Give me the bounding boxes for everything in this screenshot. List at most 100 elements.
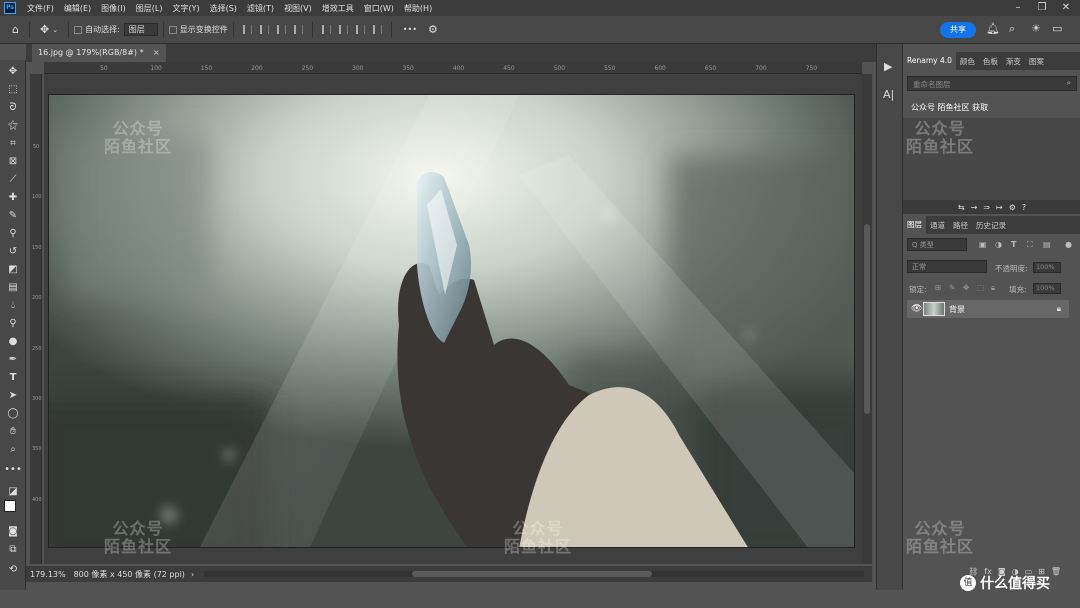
more-options-button[interactable]: ••• xyxy=(403,25,417,34)
auto-select-dropdown[interactable]: 图层 xyxy=(123,23,158,36)
menu-edit[interactable]: 编辑(E) xyxy=(59,3,96,14)
dodge-burn-tool-icon[interactable]: ● xyxy=(4,334,22,350)
gear-icon[interactable]: ⚙ xyxy=(1009,203,1016,212)
align-top-icon[interactable] xyxy=(321,25,331,34)
search-icon[interactable]: ⌕ xyxy=(1067,78,1071,88)
pen-tool-icon[interactable]: ✒ xyxy=(4,352,22,368)
brush-tool-icon[interactable]: ✎ xyxy=(4,208,22,224)
quick-mask-icon[interactable]: ◙ xyxy=(4,524,22,540)
share-button[interactable]: 共享 xyxy=(940,22,976,38)
smart-object-filter-icon[interactable]: ▤ xyxy=(1043,240,1051,249)
align-center-h-icon[interactable] xyxy=(259,25,269,34)
lock-paint-icon[interactable]: ✎ xyxy=(949,283,955,292)
ellipse-tool-icon[interactable]: ◯ xyxy=(4,406,22,422)
bell-icon[interactable]: 🔔︎ xyxy=(986,22,1000,35)
crop-tool-icon[interactable]: ⌗ xyxy=(4,136,22,152)
eraser-tool-icon[interactable]: ◩ xyxy=(4,262,22,278)
arrow-right-icon[interactable]: → xyxy=(971,203,978,212)
dodge-tool-icon[interactable]: ⚲ xyxy=(4,316,22,332)
marquee-tool-icon[interactable]: ⬚ xyxy=(4,82,22,98)
tab-swatches[interactable]: 色板 xyxy=(979,56,1002,67)
default-colors-icon[interactable]: ◪ xyxy=(4,484,22,500)
adjust-icon[interactable]: ⇆ xyxy=(958,203,965,212)
auto-select-checkbox[interactable] xyxy=(74,25,83,34)
vertical-scrollbar[interactable] xyxy=(862,74,872,564)
healing-brush-tool-icon[interactable]: ✚ xyxy=(4,190,22,206)
filter-toggle-icon[interactable]: ● xyxy=(1065,240,1072,249)
menu-help[interactable]: 帮助(H) xyxy=(399,3,437,14)
tab-paths[interactable]: 路径 xyxy=(949,220,972,231)
move-tool-icon[interactable]: ✥ xyxy=(40,23,49,36)
export-icon[interactable]: ↦ xyxy=(996,203,1003,212)
layer-name[interactable]: 背景 xyxy=(949,304,965,315)
renamy-list-item[interactable]: 公众号 陌鱼社区 获取 xyxy=(907,101,1077,115)
distribute-v-icon[interactable] xyxy=(372,25,382,34)
align-bottom-icon[interactable] xyxy=(355,25,365,34)
close-window-icon[interactable]: ✕ xyxy=(1054,0,1078,16)
opacity-field[interactable]: 100% xyxy=(1033,262,1061,273)
align-left-icon[interactable] xyxy=(242,25,252,34)
screen-mode-icon[interactable]: ⧉ xyxy=(4,542,22,558)
lock-all-icon[interactable]: 🔒︎ xyxy=(991,283,995,293)
rename-layer-input[interactable]: 重命名图层 ⌕ xyxy=(907,76,1077,91)
horizontal-scrollbar[interactable] xyxy=(204,571,864,577)
home-icon[interactable]: ⌂ xyxy=(12,23,19,36)
type-filter-icon[interactable]: T xyxy=(1011,240,1016,249)
menu-image[interactable]: 图像(I) xyxy=(96,3,131,14)
path-selection-tool-icon[interactable]: ➤ xyxy=(4,388,22,404)
menu-layer[interactable]: 图层(L) xyxy=(131,3,168,14)
help-icon[interactable]: ? xyxy=(1022,203,1026,212)
play-icon[interactable]: ▶ xyxy=(884,60,892,73)
magic-wand-tool-icon[interactable]: ⚝ xyxy=(4,118,22,134)
menu-plugins[interactable]: 增效工具 xyxy=(317,3,359,14)
document-tab[interactable]: 16.jpg @ 179%(RGB/8#) * × xyxy=(32,44,166,62)
zoom-tool-icon[interactable]: ⌕ xyxy=(4,442,22,458)
distribute-h-icon[interactable] xyxy=(293,25,303,34)
adjustment-filter-icon[interactable]: ◑ xyxy=(995,240,1002,249)
document-image[interactable] xyxy=(48,94,855,548)
chevron-down-icon[interactable]: ⌄ xyxy=(52,26,58,34)
layer-row[interactable]: 👁︎ 背景 🔒︎ xyxy=(907,300,1069,318)
scroll-thumb[interactable] xyxy=(864,224,870,414)
menu-filter[interactable]: 滤镜(T) xyxy=(242,3,279,14)
foreground-color-swatch[interactable] xyxy=(4,500,16,512)
frame-tool-icon[interactable]: ⊠ xyxy=(4,154,22,170)
menu-window[interactable]: 窗口(W) xyxy=(359,3,399,14)
blend-mode-dropdown[interactable]: 正常 xyxy=(907,260,987,273)
content-aware-icon[interactable]: ⟲ xyxy=(4,562,22,578)
image-filter-icon[interactable]: ▣ xyxy=(979,240,987,249)
scroll-thumb[interactable] xyxy=(412,571,652,577)
sun-icon[interactable]: ☀ xyxy=(1031,22,1041,35)
search-icon[interactable]: ⌕ xyxy=(1009,22,1015,36)
move-tool-icon[interactable]: ✥ xyxy=(4,64,22,80)
tab-gradients[interactable]: 渐变 xyxy=(1002,56,1025,67)
gear-icon[interactable]: ⚙ xyxy=(428,23,438,36)
trash-icon[interactable]: 🗑︎ xyxy=(1051,567,1061,576)
show-transform-checkbox[interactable] xyxy=(168,25,177,34)
history-brush-tool-icon[interactable]: ↺ xyxy=(4,244,22,260)
type-tool-icon[interactable]: T xyxy=(4,370,22,386)
align-middle-icon[interactable] xyxy=(338,25,348,34)
tab-renamy[interactable]: Renamy 4.0 xyxy=(903,52,956,70)
tab-layers[interactable]: 图层 xyxy=(903,216,926,234)
minimize-icon[interactable]: – xyxy=(1006,0,1030,16)
gradient-tool-icon[interactable]: ▤ xyxy=(4,280,22,296)
align-right-icon[interactable] xyxy=(276,25,286,34)
edit-toolbar-icon[interactable]: ••• xyxy=(4,462,22,478)
lock-artboard-icon[interactable]: ⬚ xyxy=(977,283,984,292)
tab-history[interactable]: 历史记录 xyxy=(972,220,1010,231)
tab-channels[interactable]: 通道 xyxy=(926,220,949,231)
fill-field[interactable]: 100% xyxy=(1033,283,1061,294)
lock-position-icon[interactable]: ✥ xyxy=(963,283,969,292)
zoom-level[interactable]: 179.13% xyxy=(30,570,66,579)
workspace-icon[interactable]: ▭ xyxy=(1052,22,1062,35)
tab-color[interactable]: 颜色 xyxy=(956,56,979,67)
menu-view[interactable]: 视图(V) xyxy=(279,3,317,14)
chevron-right-icon[interactable]: › xyxy=(191,570,194,579)
menu-file[interactable]: 文件(F) xyxy=(22,3,59,14)
shape-filter-icon[interactable]: ⛶ xyxy=(1027,240,1033,250)
hand-tool-icon[interactable]: ✋︎ xyxy=(4,424,22,440)
restore-icon[interactable]: ❐ xyxy=(1030,0,1054,16)
eyedropper-tool-icon[interactable]: ⟋ xyxy=(4,172,22,188)
menu-type[interactable]: 文字(Y) xyxy=(167,3,204,14)
